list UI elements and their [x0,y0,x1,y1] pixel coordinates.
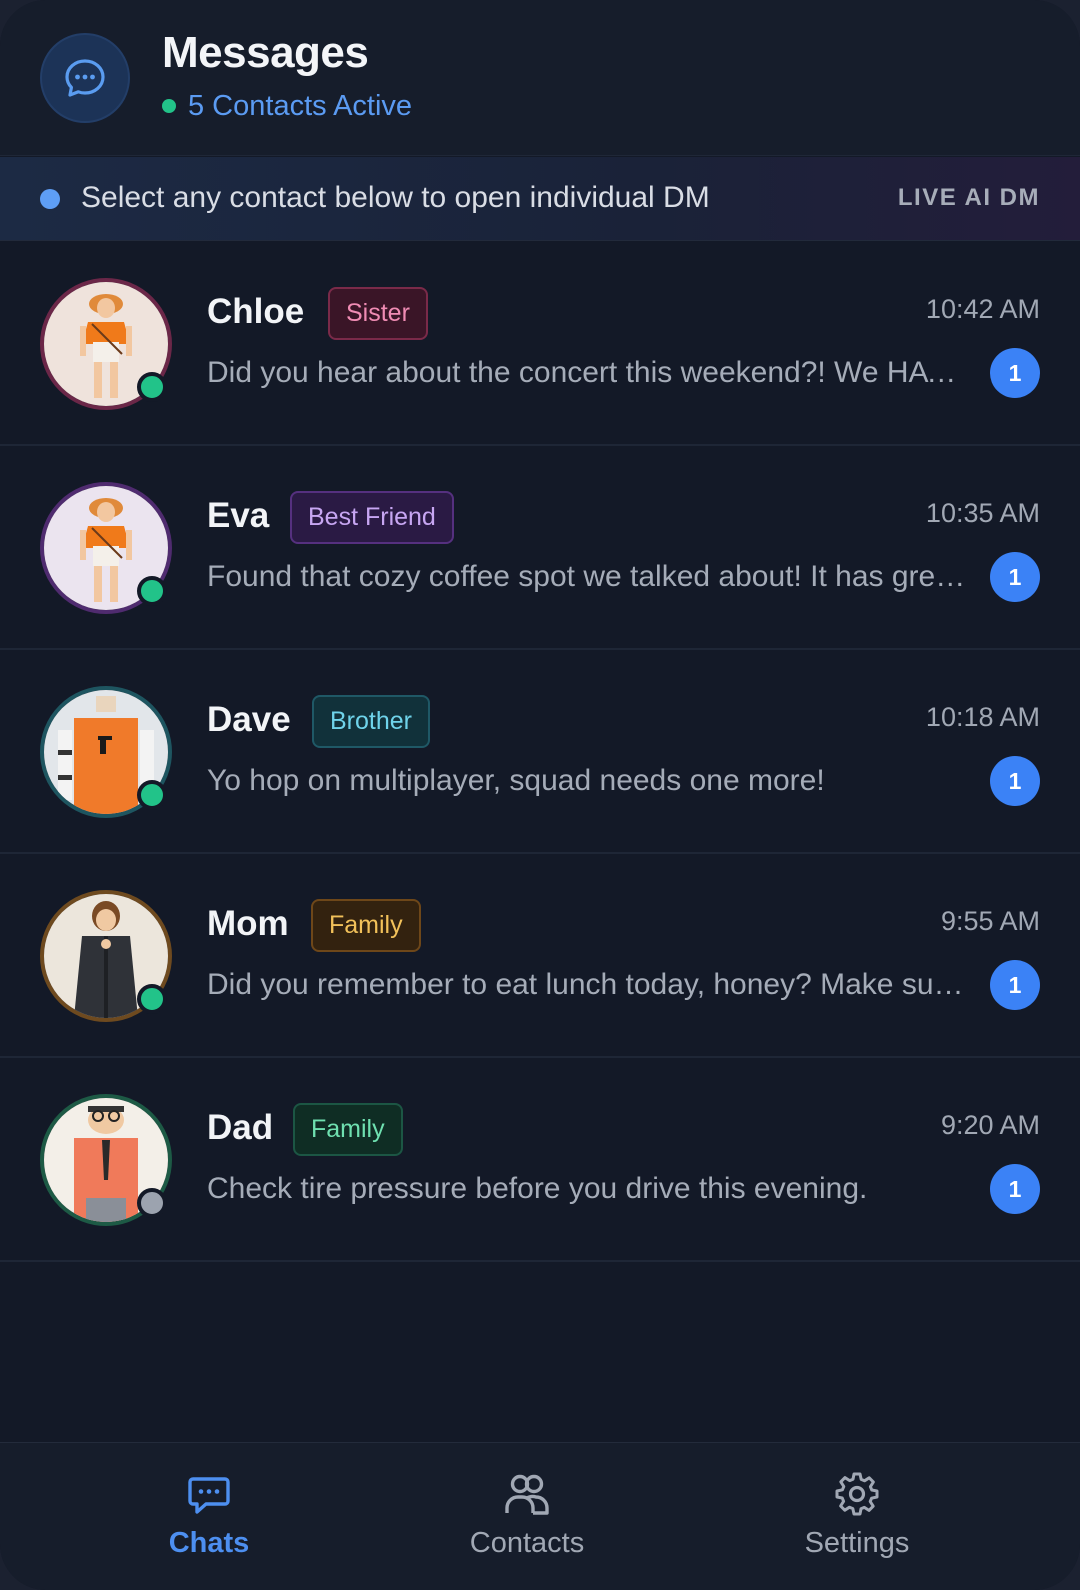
message-time: 9:20 AM [940,1110,1040,1140]
message-time: 9:55 AM [940,906,1040,936]
unread-count-badge: 1 [990,348,1040,398]
relationship-tag: Brother [312,695,430,748]
contact-name: Eva [207,496,270,535]
message-time: 10:35 AM [925,498,1040,528]
gear-icon [835,1472,879,1516]
header: Messages 5 Contacts Active [0,0,1080,156]
message-preview: Did you hear about the concert this week… [207,356,967,389]
nav-label-contacts: Contacts [469,1527,585,1559]
unread-count-badge: 1 [990,756,1040,806]
nav-contacts[interactable]: Contacts [427,1471,627,1560]
info-dot-icon [40,189,60,209]
message-time: 10:18 AM [925,702,1040,732]
message-preview: Did you remember to eat lunch today, hon… [207,968,967,1001]
relationship-tag: Family [293,1103,403,1156]
active-contacts-label: 5 Contacts Active [188,89,413,122]
unread-count-badge: 1 [990,1164,1040,1214]
contact-row-dad[interactable]: Dad Family 9:20 AM Check tire pressure b… [0,1058,1080,1262]
nav-label-chats: Chats [168,1527,250,1559]
relationship-tag: Sister [328,287,428,340]
chat-bubble-icon [188,1477,230,1514]
bottom-nav: Chats Contacts Settings [0,1442,1080,1590]
online-dot-icon [162,99,176,113]
contact-name: Dave [207,700,291,739]
chat-bubble-icon [40,33,130,123]
relationship-tag: Family [311,899,421,952]
banner-text: Select any contact below to open individ… [81,181,710,214]
message-preview: Yo hop on multiplayer, squad needs one m… [207,764,825,797]
contact-row-eva[interactable]: Eva Best Friend 10:35 AM Found that cozy… [0,446,1080,650]
nav-chats[interactable]: Chats [109,1471,309,1560]
message-preview: Found that cozy coffee spot we talked ab… [207,560,967,593]
live-badge: LIVE AI DM [897,184,1040,211]
active-contacts-status: 5 Contacts Active [162,88,412,124]
relationship-tag: Best Friend [290,491,454,544]
contact-name: Chloe [207,292,305,331]
messages-app: Messages 5 Contacts Active Select any co… [0,0,1080,1590]
users-icon [505,1474,549,1515]
message-preview: Check tire pressure before you drive thi… [207,1172,868,1205]
page-title: Messages [162,28,369,77]
offline-status-icon [137,1188,167,1218]
unread-count-badge: 1 [990,960,1040,1010]
online-status-icon [137,372,167,402]
contact-row-mom[interactable]: Mom Family 9:55 AM Did you remember to e… [0,854,1080,1058]
online-status-icon [137,576,167,606]
contact-name: Mom [207,904,289,943]
message-time: 10:42 AM [925,294,1040,324]
contact-name: Dad [207,1108,274,1147]
online-status-icon [137,984,167,1014]
contact-row-dave[interactable]: Dave Brother 10:18 AM Yo hop on multipla… [0,650,1080,854]
contact-row-chloe[interactable]: Chloe Sister 10:42 AM Did you hear about… [0,242,1080,446]
nav-label-settings: Settings [804,1527,910,1559]
unread-count-badge: 1 [990,552,1040,602]
online-status-icon [137,780,167,810]
info-banner: Select any contact below to open individ… [0,157,1080,241]
nav-settings[interactable]: Settings [757,1471,957,1560]
